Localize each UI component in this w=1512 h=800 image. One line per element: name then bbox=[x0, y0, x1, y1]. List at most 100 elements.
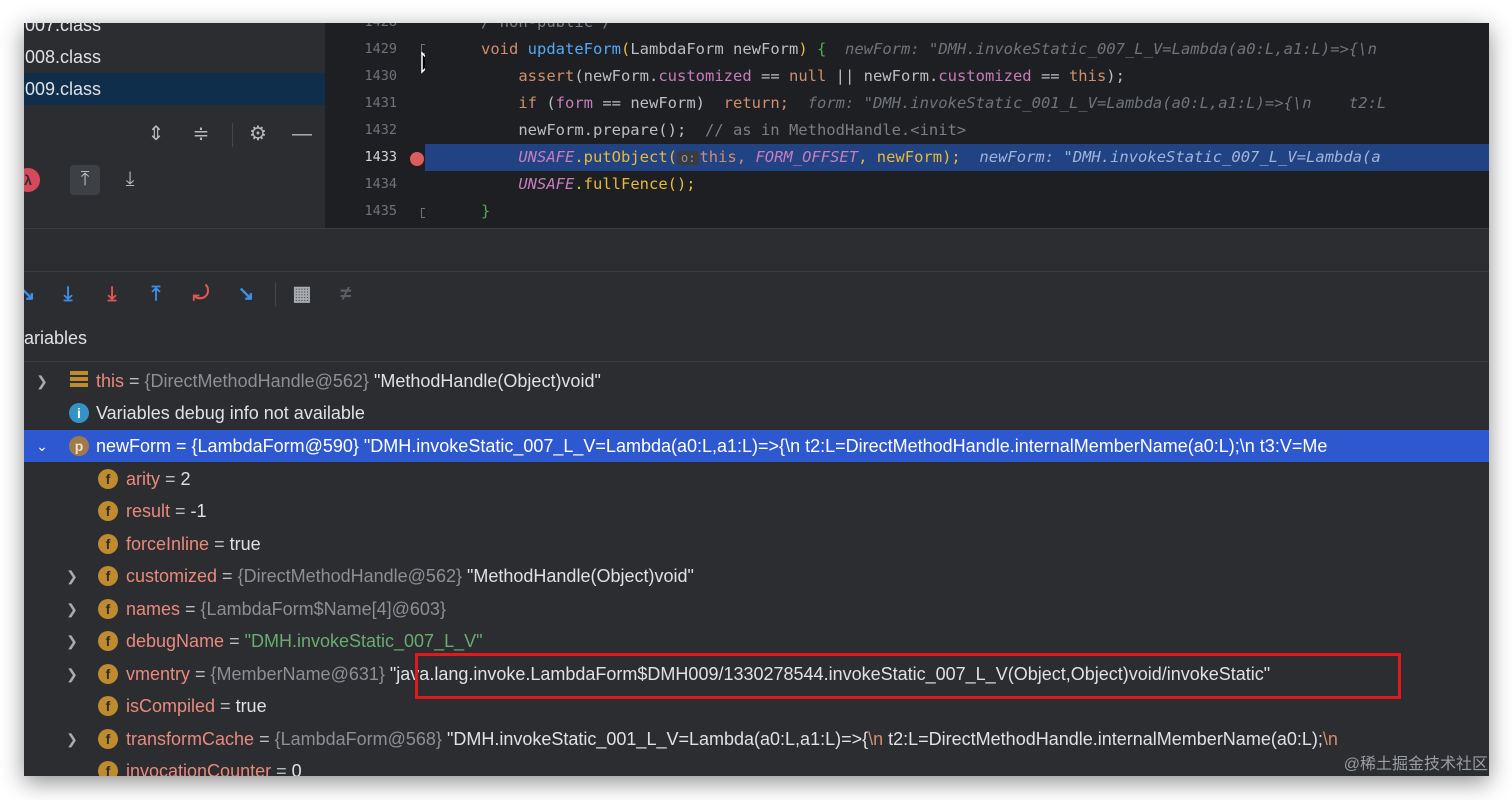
code-comment: // as in MethodHandle.<init> bbox=[704, 121, 967, 139]
file-item[interactable]: 008.class bbox=[24, 41, 325, 73]
variable-value: 2 bbox=[180, 469, 191, 489]
project-panel: 007.class 008.class 009.class ⇕ ≑ ⚙ — λ … bbox=[24, 23, 326, 228]
variable-text: isCompiled = true bbox=[126, 690, 267, 722]
force-step-into-icon[interactable]: ⤓ bbox=[99, 280, 125, 308]
chevron-right-icon[interactable]: ❯ bbox=[64, 593, 80, 625]
annotation-highlight-box bbox=[415, 653, 1401, 699]
trace-current-stream-icon[interactable]: ≠ bbox=[333, 280, 359, 308]
field-icon: f bbox=[98, 469, 118, 489]
param-inlay-hint: o: bbox=[676, 151, 700, 165]
toolbar-separator bbox=[275, 282, 276, 306]
field-icon: f bbox=[98, 761, 118, 776]
code-text: , newForm); bbox=[858, 148, 961, 166]
variable-text: invocationCounter = 0 bbox=[126, 755, 302, 776]
static-fields-icon bbox=[70, 371, 88, 391]
step-over-icon[interactable]: ↘ bbox=[24, 280, 40, 308]
breakpoint-icon[interactable] bbox=[410, 152, 424, 166]
inline-value-hint: newForm: "DMH.invokeStatic_007_L_V=Lambd… bbox=[979, 148, 1381, 166]
code-line-execution-point: UNSAFE.putObject(o: this, FORM_OFFSET, ne… bbox=[425, 144, 1489, 171]
variable-row-arity[interactable]: f arity = 2 bbox=[24, 463, 1489, 495]
variable-type: {DirectMethodHandle@562} bbox=[237, 566, 462, 586]
code-editor[interactable]: /*non-public*/ void updateForm(LambdaFor… bbox=[425, 23, 1489, 228]
code-keyword: this bbox=[1068, 67, 1107, 85]
code-paren: ) bbox=[798, 40, 808, 58]
variable-name: isCompiled bbox=[126, 696, 216, 716]
line-number: 1431 bbox=[364, 95, 397, 111]
chevron-right-icon[interactable]: ❯ bbox=[64, 625, 80, 657]
variable-row-this[interactable]: ❯ this = {DirectMethodHandle@562} "Metho… bbox=[24, 365, 1489, 397]
variable-row-newForm-selected[interactable]: ⌄ p newForm = {LambdaForm@590} "DMH.invo… bbox=[24, 430, 1489, 462]
field-icon: f bbox=[98, 501, 118, 521]
field-icon: f bbox=[98, 696, 118, 716]
variable-row-customized[interactable]: ❯ f customized = {DirectMethodHandle@562… bbox=[24, 560, 1489, 592]
line-number: 1428 bbox=[325, 23, 397, 36]
code-static-field: FORM_OFFSET bbox=[755, 148, 859, 166]
code-static-field: UNSAFE bbox=[518, 148, 575, 166]
variable-value: true bbox=[229, 534, 261, 554]
ide-window: 007.class 008.class 009.class ⇕ ≑ ⚙ — λ … bbox=[24, 23, 1489, 776]
variable-type: {LambdaForm@590} bbox=[191, 436, 359, 456]
variable-text: names = {LambdaForm$Name[4]@603} bbox=[126, 593, 446, 625]
step-into-icon[interactable]: ⤓ bbox=[55, 280, 81, 308]
variable-row-result[interactable]: f result = -1 bbox=[24, 495, 1489, 527]
variables-tree[interactable]: ❯ this = {DirectMethodHandle@562} "Metho… bbox=[24, 362, 1489, 776]
variable-value: true bbox=[235, 696, 267, 716]
chevron-right-icon[interactable]: ❯ bbox=[34, 365, 50, 397]
line-number: 1430 bbox=[364, 68, 397, 84]
run-to-cursor-icon[interactable]: ↘ bbox=[233, 280, 259, 308]
variable-text: result = -1 bbox=[126, 495, 207, 527]
variable-name: invocationCounter bbox=[126, 761, 272, 776]
chevron-right-icon[interactable]: ❯ bbox=[64, 723, 80, 755]
variable-name: customized bbox=[126, 566, 218, 586]
collapse-all-icon[interactable]: ≑ bbox=[186, 120, 216, 150]
variable-value: "DMH.invokeStatic_007_L_V=Lambda(a0:L,a1… bbox=[358, 436, 1328, 456]
variable-name: vmentry bbox=[126, 664, 191, 684]
code-keyword: this, bbox=[699, 148, 756, 166]
variable-value: t2:L=DirectMethodHandle.internalMemberNa… bbox=[883, 729, 1323, 749]
editor-gutter: 1428 1429 1430 1431 1432 1433 1434 1435 bbox=[325, 23, 440, 228]
code-line: } bbox=[425, 198, 1489, 225]
chevron-right-icon[interactable]: ❯ bbox=[64, 658, 80, 690]
top-area: 007.class 008.class 009.class ⇕ ≑ ⚙ — λ … bbox=[24, 23, 1489, 228]
line-number: 1435 bbox=[364, 203, 397, 219]
code-line: void updateForm(LambdaForm newForm) { ne… bbox=[425, 36, 1489, 63]
file-item-selected[interactable]: 009.class bbox=[24, 73, 325, 105]
field-icon: f bbox=[98, 566, 118, 586]
chevron-right-icon[interactable]: ❯ bbox=[64, 560, 80, 592]
variable-eq: = bbox=[190, 664, 211, 684]
chevron-down-icon[interactable]: ⌄ bbox=[34, 430, 50, 462]
variable-type: {DirectMethodHandle@562} bbox=[144, 371, 369, 391]
code-keyword: void bbox=[481, 40, 528, 58]
pin-up-icon[interactable]: ⤒ bbox=[70, 165, 100, 195]
file-item[interactable]: 007.class bbox=[24, 23, 325, 41]
variable-row-names[interactable]: ❯ f names = {LambdaForm$Name[4]@603} bbox=[24, 593, 1489, 625]
step-out-icon[interactable]: ⤒ bbox=[143, 280, 169, 308]
field-icon: f bbox=[98, 534, 118, 554]
inline-value-hint: form: "DMH.invokeStatic_001_L_V=Lambda(a… bbox=[807, 94, 1387, 112]
code-brace: } bbox=[481, 202, 491, 220]
gear-icon[interactable]: ⚙ bbox=[243, 120, 273, 150]
drop-frame-icon[interactable]: ⤾ bbox=[188, 280, 214, 308]
variable-row-forceInline[interactable]: f forceInline = true bbox=[24, 528, 1489, 560]
code-field: customized bbox=[938, 67, 1032, 85]
lambda-icon[interactable]: λ bbox=[24, 168, 40, 192]
variable-value: -1 bbox=[190, 501, 207, 521]
variable-text: customized = {DirectMethodHandle@562} "M… bbox=[126, 560, 694, 592]
pin-down-icon[interactable]: ⤓ bbox=[115, 165, 145, 195]
variable-type: {LambdaForm$Name[4]@603} bbox=[200, 599, 446, 619]
evaluate-expression-icon[interactable]: ▦ bbox=[289, 280, 315, 308]
code-line: newForm.prepare(); // as in MethodHandle… bbox=[425, 117, 1489, 144]
expand-all-icon[interactable]: ⇕ bbox=[141, 120, 171, 150]
variable-row-invocationCounter[interactable]: f invocationCounter = 0 bbox=[24, 755, 1489, 776]
line-number: 1432 bbox=[364, 122, 397, 138]
variable-eq: = bbox=[170, 501, 191, 521]
info-icon: i bbox=[69, 403, 89, 423]
code-text: || newForm. bbox=[826, 67, 939, 85]
variable-eq: = bbox=[215, 696, 236, 716]
minimize-icon[interactable]: — bbox=[287, 120, 317, 150]
debugger-toolbar: ↘ ⤓ ⤓ ⤒ ⤾ ↘ ▦ ≠ bbox=[24, 271, 1489, 316]
escape-sequence: \n bbox=[868, 729, 884, 749]
variable-eq: = bbox=[224, 631, 245, 651]
code-text: (newForm. bbox=[574, 67, 659, 85]
variable-row-transformCache[interactable]: ❯ f transformCache = {LambdaForm@568} "D… bbox=[24, 723, 1489, 755]
